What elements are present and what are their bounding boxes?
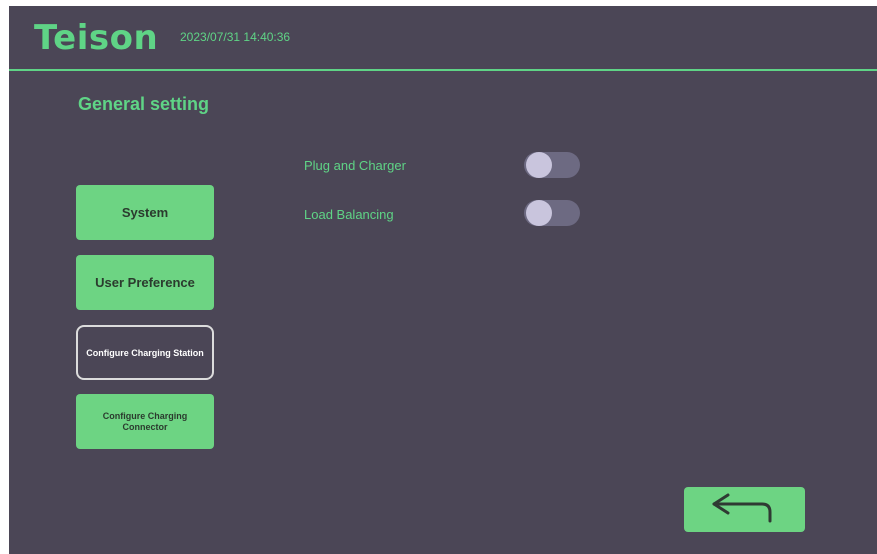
- plug-and-charger-toggle[interactable]: [524, 152, 580, 178]
- toggle-knob: [526, 200, 552, 226]
- header-divider: [9, 69, 877, 71]
- user-preference-button[interactable]: User Preference: [76, 255, 214, 310]
- plug-and-charger-label: Plug and Charger: [304, 158, 406, 173]
- back-button[interactable]: [684, 487, 805, 532]
- configure-charging-station-button[interactable]: Configure Charging Station: [76, 325, 214, 380]
- teison-logo: Teison: [34, 18, 159, 58]
- system-button[interactable]: System: [76, 185, 214, 240]
- load-balancing-toggle[interactable]: [524, 200, 580, 226]
- load-balancing-label: Load Balancing: [304, 207, 394, 222]
- toggle-knob: [526, 152, 552, 178]
- configure-charging-connector-button[interactable]: Configure Charging Connector: [76, 394, 214, 449]
- page-title: General setting: [78, 94, 210, 114]
- return-arrow-icon: [710, 490, 780, 529]
- header: Teison 2023/07/31 14:40:36: [9, 6, 877, 71]
- datetime-display: 2023/07/31 14:40:36: [180, 30, 291, 44]
- screen: Teison 2023/07/31 14:40:36 General setti…: [9, 6, 877, 554]
